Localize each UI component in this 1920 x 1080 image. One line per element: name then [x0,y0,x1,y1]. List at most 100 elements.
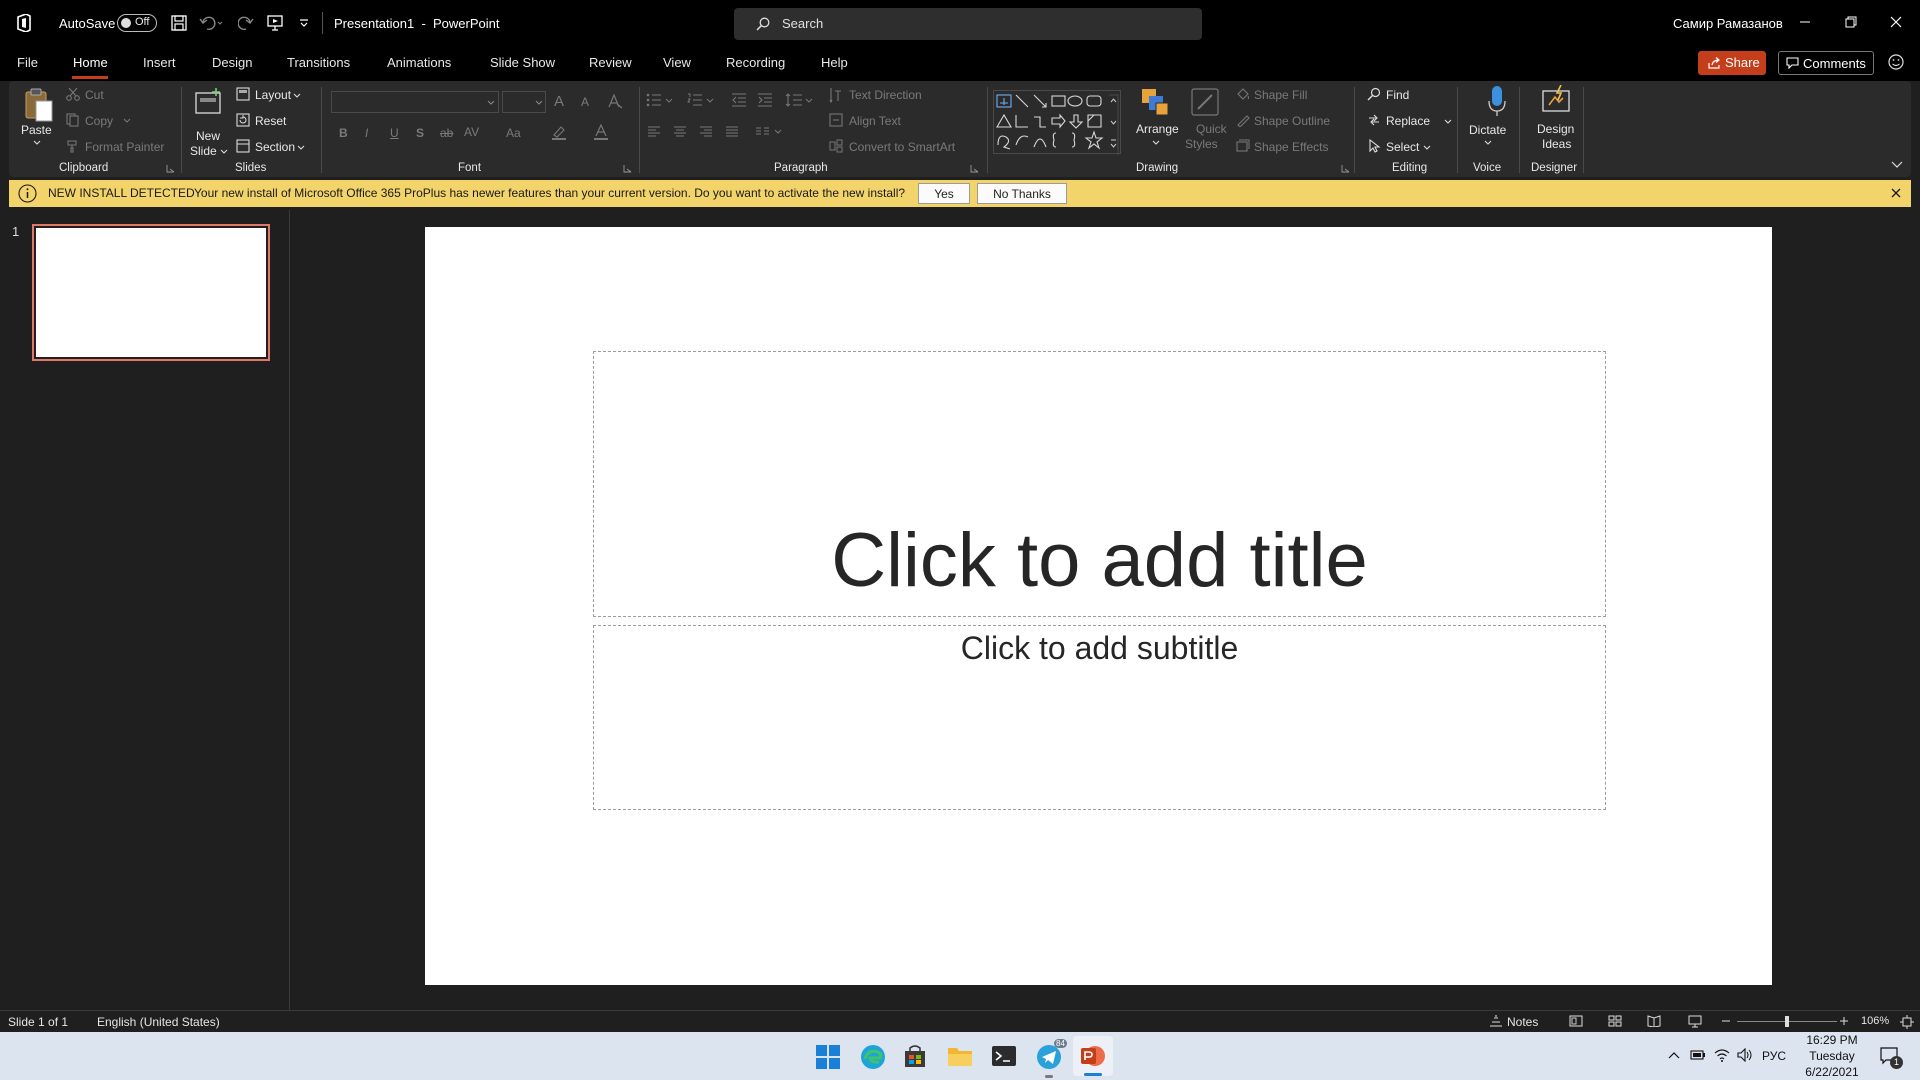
align-center-icon[interactable] [673,126,687,138]
undo-icon[interactable] [199,15,223,31]
zoom-slider-thumb[interactable] [1785,1016,1789,1027]
font-family-input[interactable] [331,91,499,113]
reset-icon[interactable] [236,113,250,127]
format-painter-button[interactable]: Format Painter [85,140,164,154]
font-size-input[interactable] [502,91,546,113]
decrease-indent-icon[interactable] [731,93,747,107]
select-button[interactable]: Select [1386,140,1419,154]
wifi-icon[interactable] [1714,1048,1730,1062]
replace-icon[interactable] [1367,113,1381,127]
find-button[interactable]: Find [1386,88,1409,102]
microsoft-store-icon[interactable] [903,1044,927,1068]
zoom-out-icon[interactable] [1722,1017,1730,1025]
align-text-icon[interactable] [829,113,843,127]
align-left-icon[interactable] [647,126,661,138]
line-spacing-icon[interactable] [785,93,815,107]
clipboard-launcher-icon[interactable] [166,164,175,173]
arrange-dropdown-icon[interactable] [1152,140,1160,146]
font-size-dropdown-icon[interactable] [535,100,543,106]
shapes-gallery[interactable] [993,90,1121,155]
tab-animations[interactable]: Animations [387,55,451,70]
tab-review[interactable]: Review [589,55,632,70]
drawing-launcher-icon[interactable] [1341,164,1350,173]
quick-styles-icon[interactable] [1190,87,1220,117]
change-case-button[interactable]: Aa [506,126,521,140]
increase-indent-icon[interactable] [757,93,773,107]
file-explorer-icon[interactable] [947,1045,973,1067]
convert-smartart-button[interactable]: Convert to SmartArt [849,140,955,154]
underline-button[interactable]: U [390,126,399,140]
italic-button[interactable]: I [365,126,368,140]
select-cursor-icon[interactable] [1367,139,1381,153]
feedback-smiley-icon[interactable] [1888,54,1904,70]
new-slide-dropdown-icon[interactable] [220,149,228,155]
tab-help[interactable]: Help [821,55,848,70]
format-painter-icon[interactable] [66,139,80,153]
tab-file[interactable]: File [17,55,38,70]
columns-icon[interactable] [755,126,785,138]
design-ideas-icon[interactable] [1541,85,1571,117]
close-window-icon[interactable] [1886,12,1906,32]
autosave-toggle[interactable]: Off [117,14,157,32]
character-spacing-button[interactable]: AV [464,125,479,139]
clear-formatting-icon[interactable] [607,93,623,109]
tab-design[interactable]: Design [212,55,252,70]
copy-icon[interactable] [66,113,80,127]
zoom-level[interactable]: 106% [1861,1015,1889,1027]
clock-date[interactable]: 6/22/2021 [1800,1065,1864,1079]
subtitle-placeholder[interactable]: Click to add subtitle [593,625,1606,810]
reset-button[interactable]: Reset [255,114,286,128]
windows-start-icon[interactable] [816,1045,840,1069]
volume-icon[interactable] [1737,1048,1753,1062]
battery-icon[interactable] [1690,1048,1706,1062]
numbering-icon[interactable] [687,93,715,107]
search-box[interactable]: Search [734,8,1202,40]
quick-styles-label-2[interactable]: Styles [1185,137,1218,151]
microphone-icon[interactable] [1487,85,1507,117]
tab-recording[interactable]: Recording [726,55,785,70]
font-family-dropdown-icon[interactable] [487,100,495,106]
design-ideas-label-1[interactable]: Design [1537,122,1574,136]
text-direction-icon[interactable] [829,87,843,103]
font-launcher-icon[interactable] [623,164,632,173]
slide-show-icon[interactable] [1688,1015,1702,1028]
comments-button[interactable]: Comments [1778,51,1874,75]
tab-view[interactable]: View [663,55,691,70]
restore-icon[interactable] [1841,12,1861,32]
powerpoint-taskbar-button[interactable] [1073,1036,1113,1076]
find-icon[interactable] [1367,87,1381,101]
layout-icon[interactable] [236,87,250,101]
paste-button[interactable]: Paste [21,123,52,137]
shape-outline-icon[interactable] [1236,113,1250,127]
copy-dropdown-icon[interactable] [123,118,131,124]
layout-dropdown-icon[interactable] [293,93,301,99]
tab-insert[interactable]: Insert [143,55,176,70]
text-shadow-button[interactable]: S [416,126,424,140]
edge-browser-icon[interactable] [860,1044,886,1070]
text-direction-button[interactable]: Text Direction [849,88,922,102]
office-logo-icon[interactable] [16,14,32,32]
select-dropdown-icon[interactable] [1423,145,1431,151]
shape-fill-button[interactable]: Shape Fill [1254,88,1307,102]
user-name[interactable]: Самир Рамазанов [1673,16,1783,31]
shrink-font-button[interactable]: A [581,95,589,109]
minimize-icon[interactable] [1795,12,1815,32]
start-from-beginning-icon[interactable] [267,15,283,31]
section-icon[interactable] [236,139,250,153]
section-button[interactable]: Section [255,140,295,154]
language-status[interactable]: English (United States) [97,1015,220,1029]
clock-time[interactable]: 16:29 PM [1800,1033,1864,1047]
input-language[interactable]: РУС [1762,1049,1786,1063]
paragraph-launcher-icon[interactable] [970,164,979,173]
strikethrough-button[interactable]: ab [440,126,453,140]
tab-home[interactable]: Home [73,55,108,70]
notes-icon[interactable] [1489,1015,1503,1027]
slide-canvas[interactable]: Click to add title Click to add subtitle [425,227,1772,985]
grow-font-button[interactable]: A [554,93,564,110]
align-text-button[interactable]: Align Text [849,114,901,128]
reading-view-icon[interactable] [1647,1015,1661,1027]
tab-transitions[interactable]: Transitions [287,55,350,70]
arrange-icon[interactable] [1140,87,1170,117]
slide-thumbnail[interactable] [32,224,270,361]
highlight-color-icon[interactable] [551,124,567,140]
